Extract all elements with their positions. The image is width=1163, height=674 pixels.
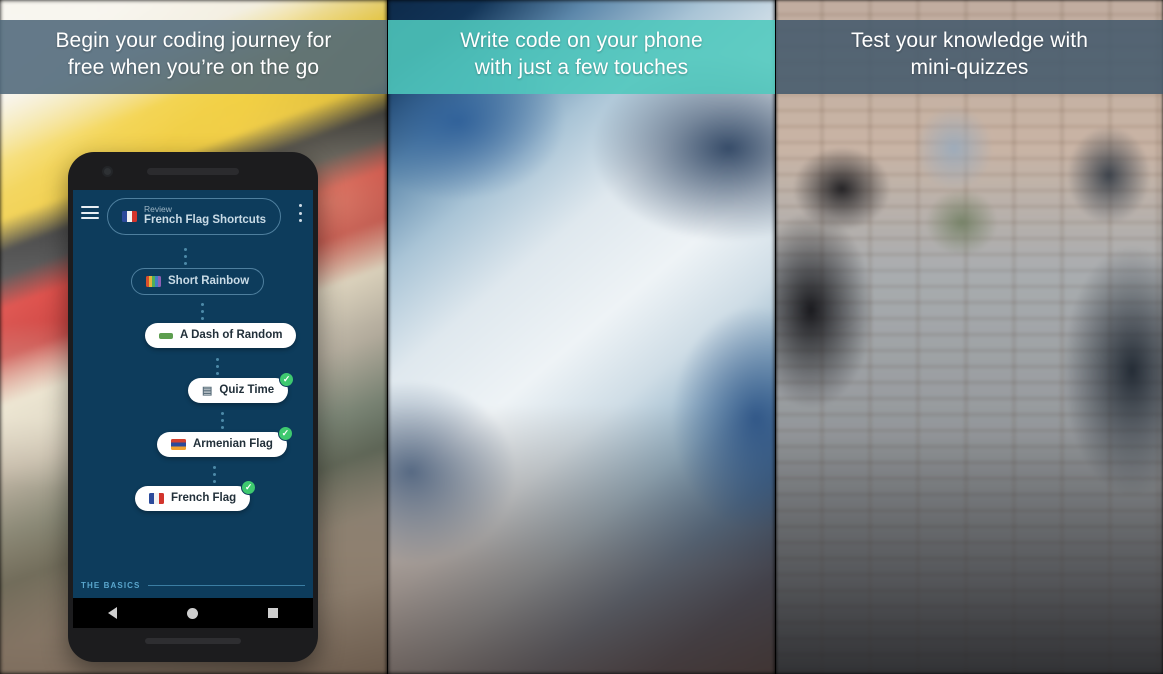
caption-line-1: Test your knowledge with <box>850 29 1089 52</box>
lesson-node-subtitle: Review <box>144 204 172 214</box>
lesson-node-label: French Flag Shortcuts <box>144 214 267 227</box>
lesson-node-french-flag[interactable]: French Flag ✓ <box>135 480 257 512</box>
lesson-node-label: Armenian Flag <box>193 438 273 450</box>
gallery-panel-3: Test your knowledge with mini-quizzes Qu… <box>775 0 1163 674</box>
dash-icon <box>159 332 173 339</box>
lesson-node-a-dash-of-random[interactable]: A Dash of Random <box>145 323 297 349</box>
caption-line-2: free when you’re on the go <box>67 55 320 79</box>
home-icon[interactable] <box>187 607 198 619</box>
caption-banner-3: Test your knowledge with mini-quizzes <box>776 20 1163 94</box>
kebab-menu-icon[interactable] <box>299 204 303 222</box>
completed-check-icon: ✓ <box>277 426 293 441</box>
caption-line-2: with just a few touches <box>474 55 689 79</box>
app-bar-1: Review French Flag Shortcuts <box>73 190 313 240</box>
path-dots <box>216 358 219 375</box>
gallery-panel-1: Begin your coding journey for free when … <box>0 0 387 674</box>
lesson-node-label: A Dash of Random <box>180 329 283 341</box>
caption-banner-1: Begin your coding journey for free when … <box>0 20 387 94</box>
lesson-node-french-flag-shortcuts[interactable]: Review French Flag Shortcuts <box>107 198 282 235</box>
section-divider <box>148 585 305 586</box>
screenshot-gallery: Begin your coding journey for free when … <box>0 0 1163 674</box>
phone-mockup-1: Review French Flag Shortcuts Short Rainb… <box>68 152 318 662</box>
lesson-node-short-rainbow[interactable]: Short Rainbow <box>131 268 265 296</box>
back-icon[interactable] <box>108 607 117 619</box>
lesson-node-label: Quiz Time <box>219 384 275 396</box>
hamburger-icon[interactable] <box>81 206 99 219</box>
armenian-flag-icon <box>171 439 186 451</box>
lesson-node-armenian-flag[interactable]: Armenian Flag ✓ <box>157 426 293 458</box>
lesson-node-label: Short Rainbow <box>168 275 250 287</box>
french-flag-icon <box>122 210 137 222</box>
path-dots <box>213 466 216 483</box>
lesson-node-label: French Flag <box>171 492 237 504</box>
gallery-panel-2: Write code on your phone with just a few… <box>387 0 775 674</box>
earpiece-speaker <box>147 168 239 175</box>
path-dots <box>184 248 187 265</box>
caption-banner-2: Write code on your phone with just a few… <box>388 20 775 94</box>
path-dots <box>201 303 204 320</box>
front-camera-icon <box>102 166 113 177</box>
recents-icon[interactable] <box>268 608 278 618</box>
caption-line-1: Write code on your phone <box>460 29 703 52</box>
lesson-map-app: Review French Flag Shortcuts Short Rainb… <box>73 190 313 598</box>
lesson-node-quiz-time[interactable]: ▤ Quiz Time ✓ <box>188 372 295 404</box>
android-nav-bar-1 <box>73 598 313 628</box>
section-label-text: THE BASICS <box>81 581 141 590</box>
section-label-the-basics: THE BASICS <box>81 581 305 590</box>
caption-line-2: mini-quizzes <box>910 55 1029 79</box>
completed-check-icon: ✓ <box>241 480 257 495</box>
background-photo-street-crowd <box>776 0 1163 674</box>
path-dots <box>221 412 224 429</box>
french-flag-icon <box>149 493 164 505</box>
phone-screen-1: Review French Flag Shortcuts Short Rainb… <box>73 190 313 598</box>
clipboard-icon: ▤ <box>202 385 213 398</box>
caption-line-1: Begin your coding journey for <box>55 29 332 52</box>
rainbow-icon <box>146 276 161 288</box>
phone-chin-speaker <box>145 638 241 644</box>
background-photo-car-interior <box>388 0 775 674</box>
completed-check-icon: ✓ <box>279 372 295 387</box>
